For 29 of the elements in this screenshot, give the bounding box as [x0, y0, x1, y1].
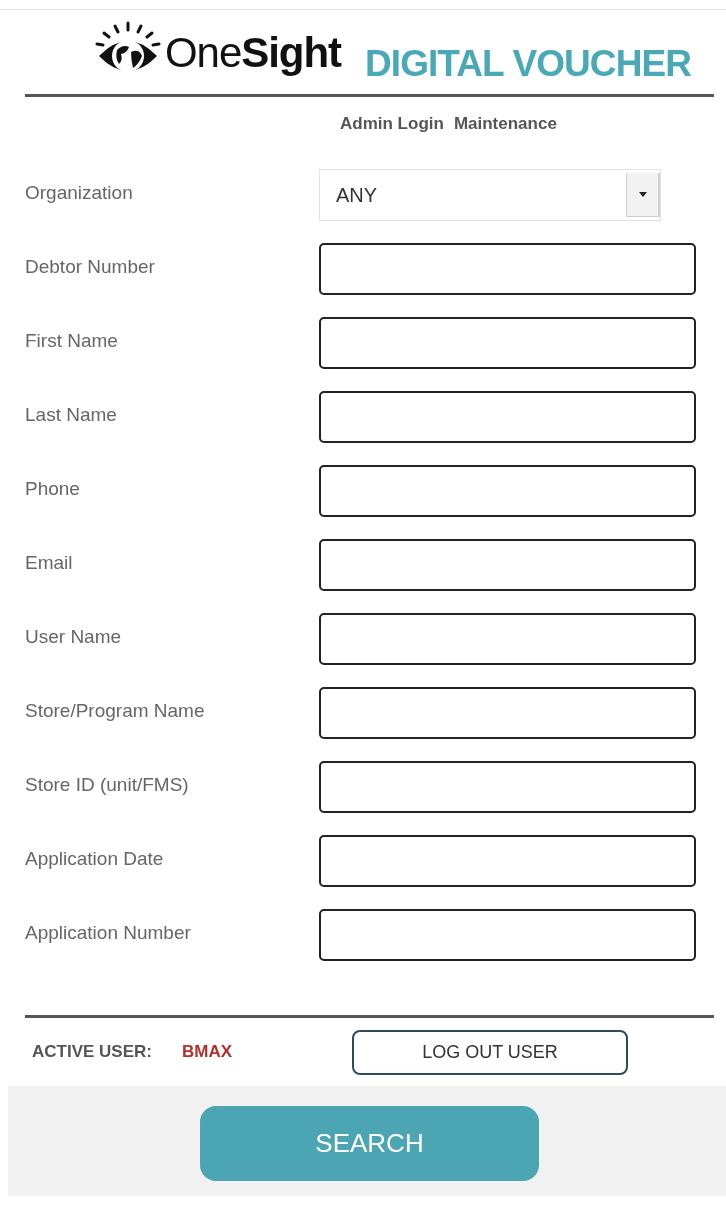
input-field[interactable]	[319, 391, 696, 443]
logout-button[interactable]: LOG OUT USER	[352, 1029, 628, 1075]
field-label: Organization	[25, 181, 134, 205]
nav-link[interactable]: Maintenance	[453, 111, 557, 137]
logo-text: OneSight	[165, 32, 341, 74]
input-field[interactable]	[319, 761, 696, 813]
input-field[interactable]	[319, 909, 696, 961]
field-label: Email	[25, 551, 74, 575]
field-label: Application Date	[25, 847, 165, 871]
field-label: First Name	[25, 329, 119, 353]
input-field[interactable]	[319, 243, 696, 295]
field-label: Application Number	[25, 921, 192, 945]
active-user-name: BMAX	[182, 1041, 234, 1064]
nav-link[interactable]: Admin Login	[340, 111, 444, 137]
field-label: User Name	[25, 625, 123, 649]
input-field[interactable]	[319, 465, 696, 517]
page-title: DIGITAL VOUCHER	[365, 45, 691, 82]
field-label: Store/Program Name	[25, 699, 206, 723]
field-label: Last Name	[25, 403, 118, 427]
field-label: Debtor Number	[25, 255, 156, 279]
input-field[interactable]	[319, 613, 696, 665]
field-label: Store ID (unit/FMS)	[25, 773, 190, 797]
active-user-label: ACTIVE USER:	[32, 1041, 153, 1064]
input-field[interactable]	[319, 835, 696, 887]
input-field[interactable]	[319, 687, 696, 739]
organization-select[interactable]: ANY	[319, 169, 661, 221]
input-field[interactable]	[319, 317, 696, 369]
input-field[interactable]	[319, 539, 696, 591]
field-label: Phone	[25, 477, 81, 501]
